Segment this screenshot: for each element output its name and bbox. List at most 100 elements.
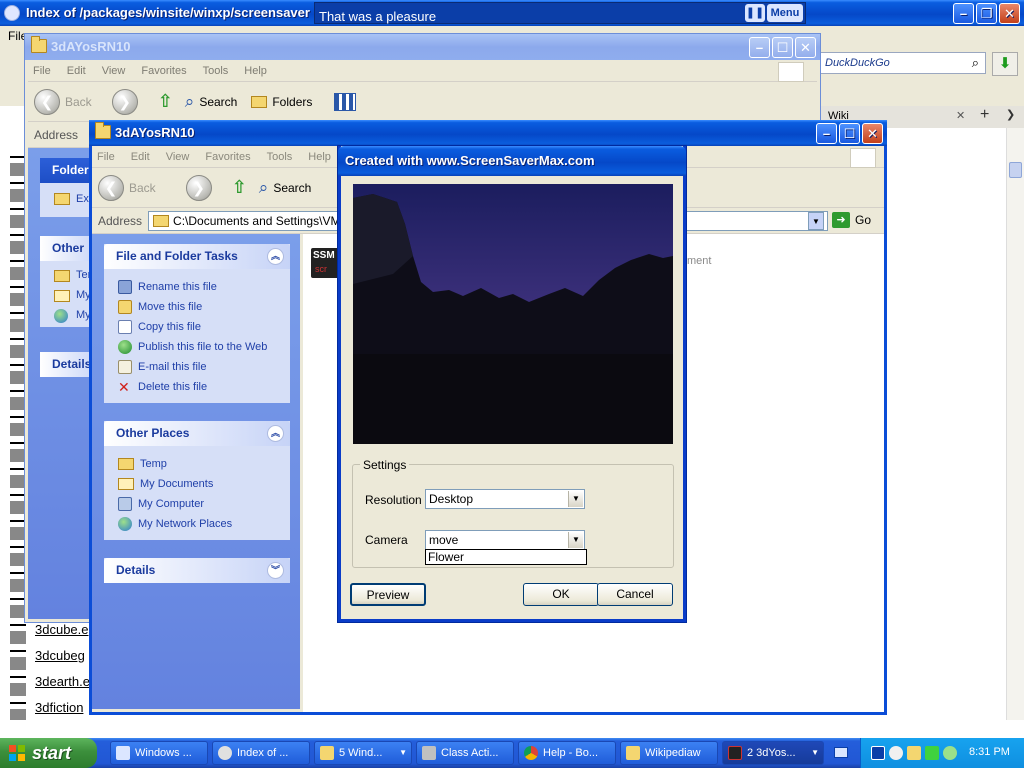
task-publish[interactable]: Publish this file to the Web (118, 337, 290, 357)
windows-flag-icon (9, 745, 26, 762)
new-tab-icon[interactable]: + (980, 106, 989, 124)
details-head[interactable]: Details ︾ (104, 558, 290, 583)
chevron-down-icon[interactable]: ▼ (568, 491, 583, 507)
close-button[interactable]: ✕ (862, 123, 883, 144)
place-my-network[interactable]: My Network Places (118, 514, 290, 534)
start-button[interactable]: start (0, 738, 97, 768)
browser-title: Index of /packages/winsite/winxp/screens… (26, 5, 310, 20)
settings-legend: Settings (360, 458, 410, 472)
camera-option-flower[interactable]: Flower (428, 550, 464, 564)
file-link[interactable]: 3dfiction (35, 700, 90, 726)
search-icon: ⌕ (258, 177, 269, 197)
tray-sync-icon[interactable] (943, 746, 957, 760)
menu-help[interactable]: Help (308, 151, 331, 163)
chevron-down-icon[interactable]: ▼ (568, 532, 583, 548)
keyboard-icon[interactable] (834, 747, 848, 758)
close-button[interactable]: ✕ (795, 37, 816, 58)
back-arrow-icon: ❮ (34, 88, 60, 115)
folders-button[interactable]: Folders (251, 95, 312, 109)
back-button[interactable]: ❮ Back (34, 88, 92, 115)
menu-tools[interactable]: Tools (203, 65, 229, 77)
browser-scrollbar[interactable] (1006, 128, 1024, 720)
browser-search-input[interactable]: DuckDuckGo ⌕ (818, 52, 986, 74)
other-places-head[interactable]: Other Places ︽ (104, 421, 290, 446)
collapse-chevron-icon[interactable]: ︽ (267, 425, 284, 442)
download-icon[interactable]: ⬇ (992, 52, 1018, 76)
task-index-of[interactable]: Index of ... (212, 741, 310, 765)
search-button[interactable]: ⌕ Search (259, 178, 312, 198)
menu-help[interactable]: Help (244, 65, 267, 77)
tray-app-icon[interactable] (871, 746, 885, 760)
up-folder-icon[interactable]: ⇧ (158, 91, 173, 112)
task-move[interactable]: Move this file (118, 297, 290, 317)
explorer-back-title: 3dAYosRN10 (51, 39, 131, 54)
go-button[interactable]: ➜ Go (832, 212, 871, 228)
scroll-thumb[interactable] (1009, 162, 1022, 178)
place-my-computer[interactable]: My Computer (118, 494, 290, 514)
back-button[interactable]: ❮ Back (98, 174, 156, 201)
folder-icon (320, 746, 334, 760)
place-temp[interactable]: Temp (118, 454, 290, 474)
file-link[interactable]: 3dearth.e (35, 674, 90, 700)
up-folder-icon[interactable]: ⇧ (232, 177, 247, 198)
close-button[interactable]: ✕ (999, 3, 1020, 24)
menu-view[interactable]: View (102, 65, 126, 77)
file-tasks-head[interactable]: File and Folder Tasks ︽ (104, 244, 290, 269)
file-tasks-panel: File and Folder Tasks ︽ Rename this file… (104, 244, 290, 403)
details-panel: Details ︾ (104, 558, 290, 583)
expand-chevron-icon[interactable]: ︾ (267, 562, 284, 579)
menu-view[interactable]: View (166, 151, 190, 163)
task-windows-group[interactable]: 5 Wind... ▼ (314, 741, 412, 765)
screensaver-preview-image (353, 184, 673, 444)
search-icon: ⌕ (184, 91, 195, 111)
menu-favorites[interactable]: Favorites (141, 65, 186, 77)
file-link[interactable]: 3dcube.e (35, 622, 90, 648)
pause-icon[interactable]: ❚❚ (745, 4, 765, 22)
task-copy[interactable]: Copy this file (118, 317, 290, 337)
camera-select[interactable]: move ▼ (425, 530, 585, 550)
maximize-button[interactable]: ☐ (839, 123, 860, 144)
place-my-documents[interactable]: My Documents (118, 474, 290, 494)
menu-file[interactable]: File (97, 151, 115, 163)
menu-tools[interactable]: Tools (267, 151, 293, 163)
views-icon[interactable] (334, 92, 357, 111)
task-class-action[interactable]: Class Acti... (416, 741, 514, 765)
close-tab-icon[interactable]: ✕ (956, 109, 965, 122)
maximize-button[interactable]: ☐ (772, 37, 793, 58)
window-icon (116, 746, 130, 760)
notification-menu-button[interactable]: Menu (767, 4, 803, 22)
task-email[interactable]: E-mail this file (118, 357, 290, 377)
tray-network-icon[interactable] (907, 746, 921, 760)
task-wikipedia[interactable]: Wikipediaw (620, 741, 718, 765)
minimize-button[interactable]: – (953, 3, 974, 24)
tray-status-icon[interactable] (925, 746, 939, 760)
task-rename[interactable]: Rename this file (118, 277, 290, 297)
other-places-panel: Other Places ︽ Temp My Documents My Comp… (104, 421, 290, 540)
menu-file[interactable]: File (33, 65, 51, 77)
minimize-button[interactable]: – (749, 37, 770, 58)
menu-edit[interactable]: Edit (131, 151, 150, 163)
tray-user-icon[interactable] (889, 746, 903, 760)
screensaver-icon (728, 746, 742, 760)
address-dropdown-icon[interactable]: ▼ (808, 212, 824, 230)
back-arrow-icon: ❮ (98, 174, 124, 201)
resolution-select[interactable]: Desktop ▼ (425, 489, 585, 509)
task-delete[interactable]: ✕ Delete this file (118, 377, 290, 397)
ok-button[interactable]: OK (523, 583, 599, 606)
menu-favorites[interactable]: Favorites (205, 151, 250, 163)
task-windows[interactable]: Windows ... (110, 741, 208, 765)
tab-scroll-icon[interactable]: ❯ (1006, 108, 1015, 121)
task-help[interactable]: Help - Bo... (518, 741, 616, 765)
forward-arrow-icon[interactable]: ❯ (185, 174, 212, 201)
menu-edit[interactable]: Edit (67, 65, 86, 77)
file-link[interactable]: 3dcubeg (35, 648, 90, 674)
minimize-button[interactable]: – (816, 123, 837, 144)
search-button[interactable]: ⌕ Search (185, 92, 238, 112)
task-screensaver-group[interactable]: 2 3dYos... ▼ (722, 741, 824, 765)
preview-button[interactable]: Preview (350, 583, 426, 606)
forward-arrow-icon[interactable]: ❯ (111, 88, 138, 115)
documents-icon (118, 478, 134, 490)
restore-button[interactable]: ❐ (976, 3, 997, 24)
cancel-button[interactable]: Cancel (597, 583, 673, 606)
collapse-chevron-icon[interactable]: ︽ (267, 248, 284, 265)
